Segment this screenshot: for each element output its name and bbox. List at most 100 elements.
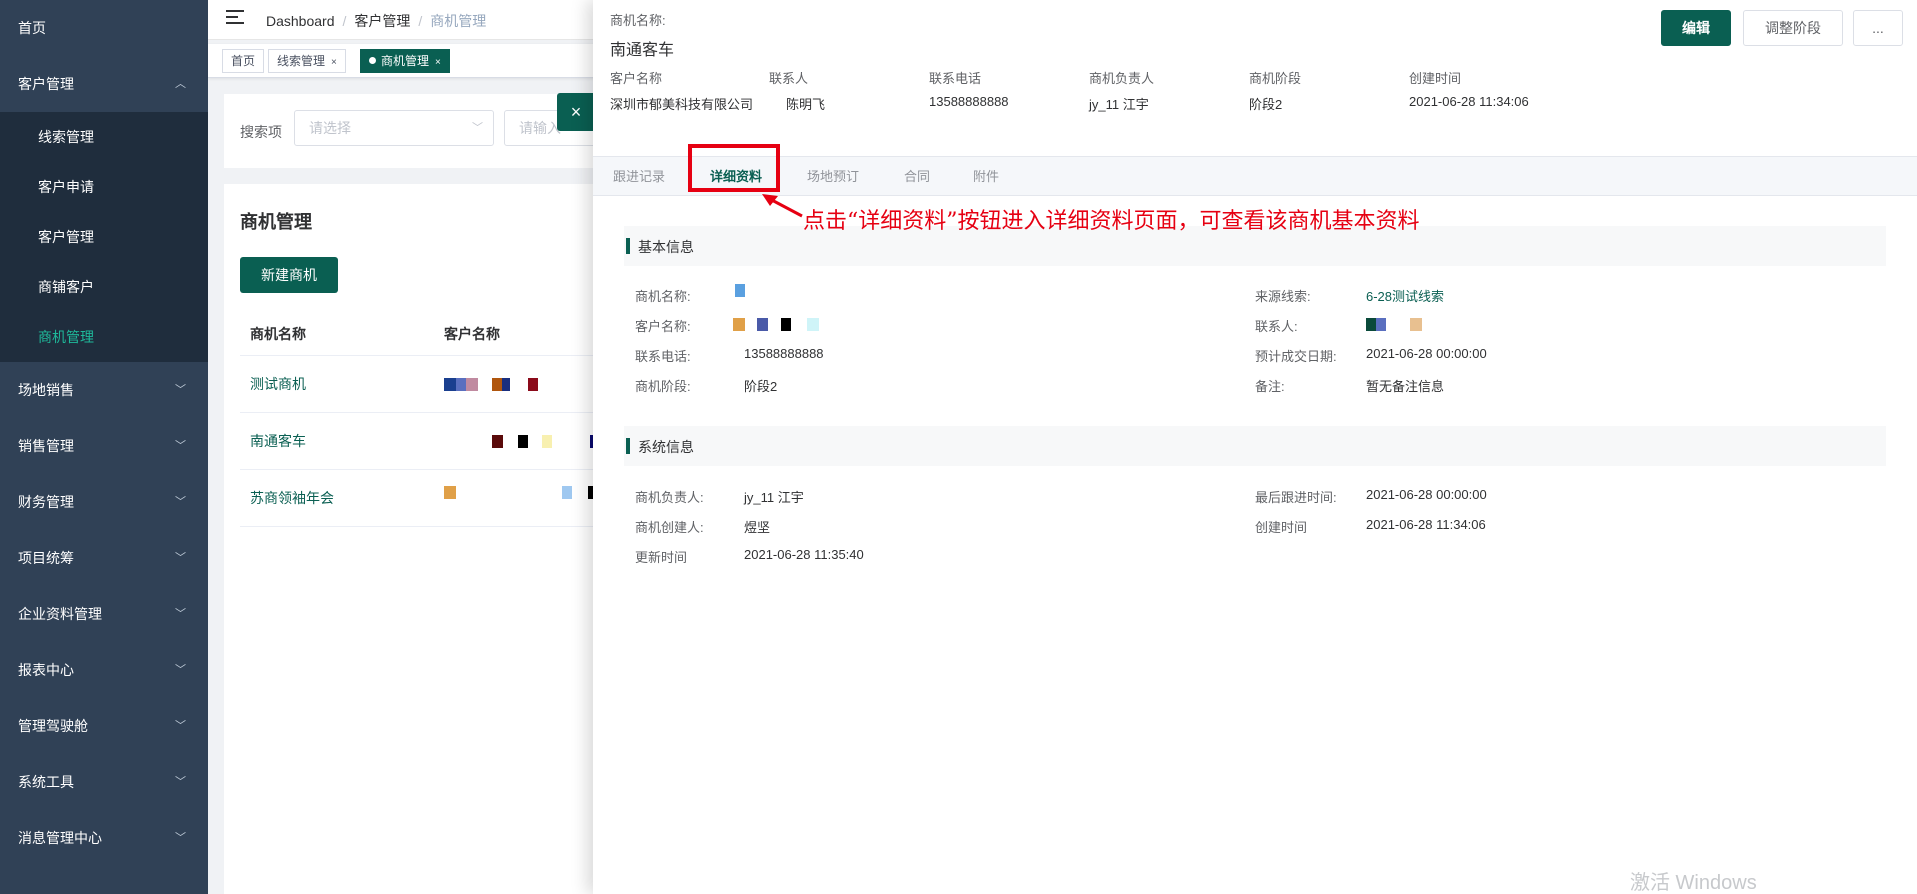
close-icon: × bbox=[570, 102, 582, 122]
tab-followup[interactable]: 跟进记录 bbox=[613, 157, 665, 197]
breadcrumb: Dashboard / 客户管理 / 商机管理 bbox=[266, 13, 487, 29]
field-label: 联系人: bbox=[1255, 319, 1298, 334]
annotation-arrow-icon bbox=[762, 194, 803, 218]
meta-value: 深圳市郁美科技有限公司 bbox=[610, 97, 754, 112]
column-header: 客户名称 bbox=[444, 326, 500, 342]
close-icon[interactable]: × bbox=[331, 57, 337, 68]
meta-key: 商机阶段 bbox=[1249, 71, 1302, 86]
sidebar-item-sales[interactable]: 销售管理 ﹀ bbox=[0, 418, 208, 474]
drawer-tabs: 跟进记录 详细资料 场地预订 合同 附件 bbox=[593, 156, 1917, 196]
chevron-down-icon: ﹀ bbox=[472, 122, 483, 134]
sidebar-subitem-shop-customer[interactable]: 商铺客户 bbox=[0, 262, 208, 312]
breadcrumb-dashboard[interactable]: Dashboard bbox=[266, 13, 335, 29]
source-lead-link[interactable]: 6-28测试线索 bbox=[1366, 286, 1444, 305]
expected-close-date: 2021-06-28 00:00:00 bbox=[1366, 346, 1487, 361]
field-label: 商机创建人: bbox=[635, 520, 704, 535]
chevron-down-icon: ﹀ bbox=[175, 608, 186, 620]
sidebar-subitem-leads[interactable]: 线索管理 bbox=[0, 112, 208, 162]
meta-key: 商机负责人 bbox=[1089, 71, 1155, 86]
close-drawer-button[interactable]: × bbox=[557, 93, 595, 131]
opportunity-name-link[interactable]: 南通客车 bbox=[250, 413, 306, 469]
sidebar-item-finance[interactable]: 财务管理 ﹀ bbox=[0, 474, 208, 530]
highlight-box bbox=[688, 144, 780, 192]
tag-home[interactable]: 首页 bbox=[222, 49, 265, 73]
owner-value: jy_11 江宇 bbox=[744, 490, 804, 505]
tab-venue-booking[interactable]: 场地预订 bbox=[807, 157, 859, 197]
sidebar-item-reports[interactable]: 报表中心 ﹀ bbox=[0, 642, 208, 698]
chevron-down-icon: ﹀ bbox=[175, 664, 186, 676]
chevron-down-icon: ﹀ bbox=[175, 720, 186, 732]
field-label: 备注: bbox=[1255, 379, 1285, 394]
sidebar-subitem-customer-apply[interactable]: 客户申请 bbox=[0, 162, 208, 212]
sidebar-item-customer-mgmt[interactable]: 客户管理 ︿ bbox=[0, 56, 208, 112]
drawer-header: 商机名称: 南通客车 编辑 调整阶段 ... 客户名称 联系人 联系电话 商机负… bbox=[593, 0, 1917, 156]
field-label: 创建时间 bbox=[1255, 520, 1308, 535]
sidebar-subitem-customer[interactable]: 客户管理 bbox=[0, 212, 208, 262]
stage-value: 阶段2 bbox=[744, 379, 778, 394]
annotation-text: 点击“详细资料”按钮进入详细资料页面，可查看该商机基本资料 bbox=[803, 209, 1420, 234]
section-title: 系统信息 bbox=[638, 439, 694, 455]
section-title: 基本信息 bbox=[638, 239, 694, 255]
opportunity-name-label: 商机名称: bbox=[610, 13, 666, 28]
field-label: 商机名称: bbox=[635, 289, 691, 304]
hamburger-icon[interactable] bbox=[226, 10, 244, 26]
phone-value: 13588888888 bbox=[744, 346, 824, 361]
opportunity-name-link[interactable]: 苏商领袖年会 bbox=[250, 470, 334, 526]
meta-value: 13588888888 bbox=[929, 94, 1009, 109]
sidebar-item-messages[interactable]: 消息管理中心 ﹀ bbox=[0, 810, 208, 866]
field-label: 最后跟进时间: bbox=[1255, 490, 1337, 505]
creator-value: 煜坚 bbox=[744, 520, 771, 535]
sidebar-item-project[interactable]: 项目统筹 ﹀ bbox=[0, 530, 208, 586]
field-label: 更新时间 bbox=[635, 550, 688, 565]
tag-leads[interactable]: 线索管理 × bbox=[268, 49, 346, 73]
sidebar-item-home[interactable]: 首页 bbox=[0, 0, 208, 56]
meta-value: 阶段2 bbox=[1249, 97, 1283, 112]
field-label: 来源线索: bbox=[1255, 289, 1311, 304]
field-label: 商机阶段: bbox=[635, 379, 691, 394]
search-field-select[interactable]: 请选择 ﹀ bbox=[294, 110, 494, 146]
windows-watermark: 激活 Windows bbox=[1630, 872, 1757, 894]
remark-value: 暂无备注信息 bbox=[1366, 379, 1445, 394]
chevron-down-icon: ﹀ bbox=[175, 832, 186, 844]
meta-key: 创建时间 bbox=[1409, 71, 1462, 86]
chevron-down-icon: ﹀ bbox=[175, 384, 186, 396]
system-info-section: 系统信息 bbox=[624, 426, 1886, 466]
field-label: 预计成交日期: bbox=[1255, 349, 1337, 364]
opportunity-name-link[interactable]: 测试商机 bbox=[250, 356, 306, 412]
chevron-up-icon: ︿ bbox=[175, 78, 186, 90]
chevron-down-icon: ﹀ bbox=[175, 496, 186, 508]
meta-value: 2021-06-28 11:34:06 bbox=[1409, 94, 1529, 109]
meta-key: 客户名称 bbox=[610, 71, 663, 86]
close-icon[interactable]: × bbox=[435, 57, 441, 68]
last-followup-value: 2021-06-28 00:00:00 bbox=[1366, 487, 1487, 502]
search-label: 搜索项 bbox=[240, 124, 282, 140]
breadcrumb-customer[interactable]: 客户管理 bbox=[354, 13, 410, 29]
tag-opportunity[interactable]: 商机管理 × bbox=[360, 49, 450, 73]
adjust-stage-button[interactable]: 调整阶段 bbox=[1743, 10, 1843, 46]
meta-key: 联系电话 bbox=[929, 71, 982, 86]
field-label: 联系电话: bbox=[635, 349, 691, 364]
meta-value: jy_11 江宇 bbox=[1089, 97, 1149, 112]
sidebar-submenu: 线索管理 客户申请 客户管理 商铺客户 商机管理 bbox=[0, 112, 208, 362]
tab-attachments[interactable]: 附件 bbox=[973, 157, 999, 197]
meta-value: 陈明飞 bbox=[786, 97, 826, 112]
meta-key: 联系人 bbox=[769, 71, 809, 86]
dot-icon bbox=[369, 57, 376, 64]
sidebar-item-venue-sales[interactable]: 场地销售 ﹀ bbox=[0, 362, 208, 418]
more-button[interactable]: ... bbox=[1853, 10, 1903, 46]
tab-contract[interactable]: 合同 bbox=[904, 157, 930, 197]
sidebar-subitem-opportunity[interactable]: 商机管理 bbox=[0, 312, 208, 362]
field-label: 客户名称: bbox=[635, 319, 691, 334]
opportunity-name: 南通客车 bbox=[610, 42, 675, 59]
sidebar-item-tools[interactable]: 系统工具 ﹀ bbox=[0, 754, 208, 810]
chevron-down-icon: ﹀ bbox=[175, 440, 186, 452]
edit-button[interactable]: 编辑 bbox=[1661, 10, 1731, 46]
field-label: 商机负责人: bbox=[635, 490, 704, 505]
opportunity-detail-drawer: 商机名称: 南通客车 编辑 调整阶段 ... 客户名称 联系人 联系电话 商机负… bbox=[593, 0, 1917, 894]
sidebar: 首页 客户管理 ︿ 线索管理 客户申请 客户管理 商铺客户 商机管理 场地销售 ﹀… bbox=[0, 0, 208, 894]
page-title: 商机管理 bbox=[240, 212, 312, 232]
sidebar-item-enterprise[interactable]: 企业资料管理 ﹀ bbox=[0, 586, 208, 642]
updated-time-value: 2021-06-28 11:35:40 bbox=[744, 547, 864, 562]
sidebar-item-cockpit[interactable]: 管理驾驶舱 ﹀ bbox=[0, 698, 208, 754]
new-opportunity-button[interactable]: 新建商机 bbox=[240, 257, 338, 293]
